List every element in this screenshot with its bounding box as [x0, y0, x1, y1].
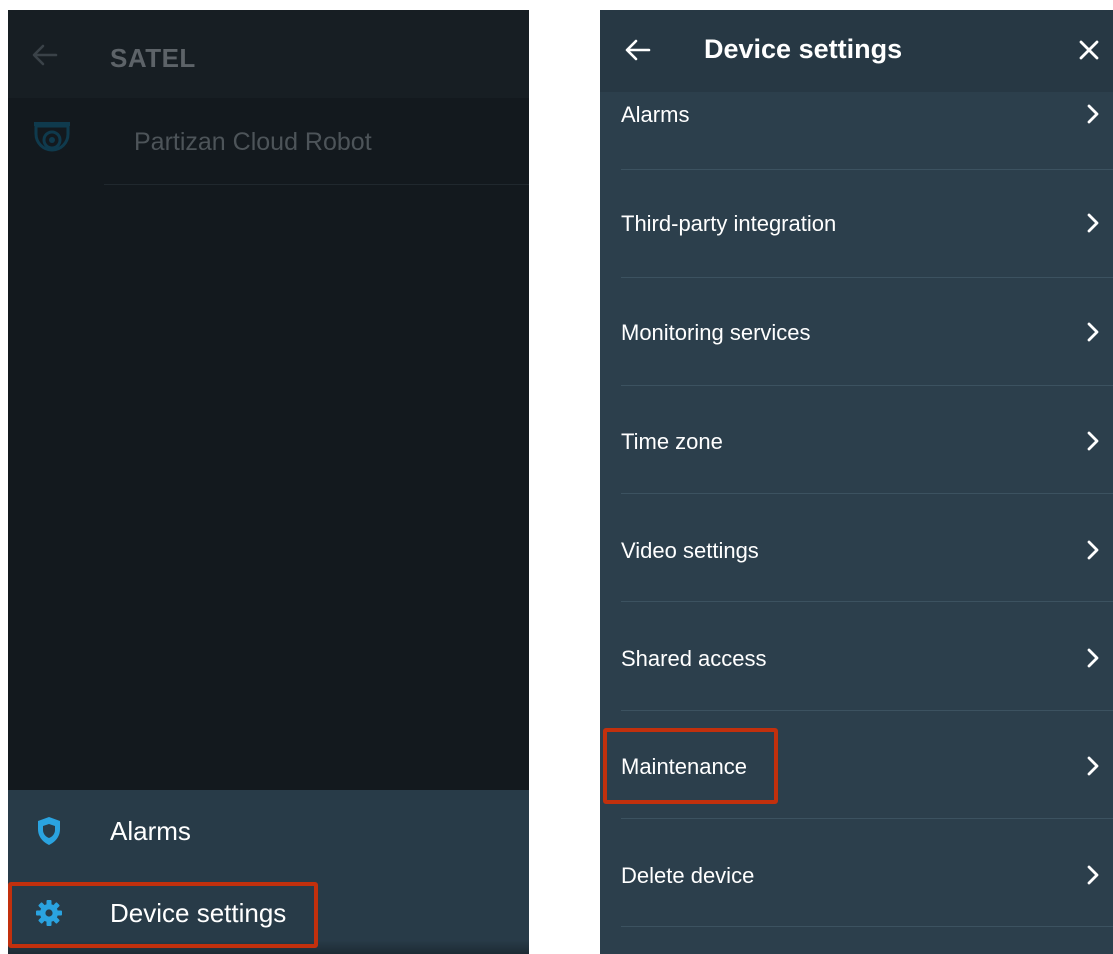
- arrow-left-icon: [625, 39, 651, 61]
- chevron-right-icon: [1083, 754, 1103, 778]
- close-icon: [1079, 40, 1099, 60]
- back-button[interactable]: [30, 40, 60, 70]
- camera-name: Partizan Cloud Robot: [134, 128, 372, 156]
- settings-item-label: Monitoring services: [621, 320, 811, 345]
- settings-item-delete-device[interactable]: Delete device: [600, 819, 1113, 927]
- chevron-right-icon: [1083, 646, 1103, 670]
- highlight-box-device-settings: [8, 882, 318, 948]
- page-title: SATEL: [110, 43, 196, 73]
- dome-camera-icon: [30, 118, 74, 162]
- divider: [621, 926, 1113, 927]
- settings-item-alarms[interactable]: Alarms: [600, 62, 1113, 170]
- divider: [104, 184, 529, 185]
- divider: [621, 601, 1113, 602]
- chevron-right-icon: [1083, 102, 1103, 126]
- menu-item-alarms[interactable]: Alarms: [8, 790, 529, 872]
- settings-item-monitoring-services[interactable]: Monitoring services: [600, 278, 1113, 386]
- chevron-right-icon: [1083, 211, 1103, 235]
- chevron-right-icon: [1083, 863, 1103, 887]
- menu-item-label: Alarms: [110, 816, 191, 846]
- chevron-right-icon: [1083, 429, 1103, 453]
- settings-item-label: Third-party integration: [621, 211, 837, 236]
- chevron-right-icon: [1083, 538, 1103, 562]
- page-title: Device settings: [704, 34, 903, 64]
- left-header: SATEL: [8, 10, 529, 98]
- left-screen: SATEL Partizan Cloud Robot Alarms Device…: [8, 10, 529, 954]
- settings-item-label: Shared access: [621, 646, 767, 671]
- settings-item-label: Delete device: [621, 863, 755, 888]
- settings-item-shared-access[interactable]: Shared access: [600, 603, 1113, 711]
- right-screen: Device settings Alarms Third-party integ…: [600, 10, 1113, 954]
- highlight-box-maintenance: [603, 728, 778, 804]
- settings-item-time-zone[interactable]: Time zone: [600, 386, 1113, 494]
- settings-item-third-party-integration[interactable]: Third-party integration: [600, 170, 1113, 278]
- settings-item-label: Alarms: [621, 102, 690, 127]
- settings-item-video-settings[interactable]: Video settings: [600, 494, 1113, 602]
- settings-item-label: Time zone: [621, 429, 723, 454]
- arrow-left-icon: [32, 44, 58, 66]
- chevron-right-icon: [1083, 320, 1103, 344]
- tutorial-screenshot: SATEL Partizan Cloud Robot Alarms Device…: [0, 0, 1113, 954]
- shield-icon: [34, 816, 64, 846]
- camera-list-item[interactable]: Partizan Cloud Robot: [8, 98, 529, 186]
- settings-item-label: Video settings: [621, 538, 759, 563]
